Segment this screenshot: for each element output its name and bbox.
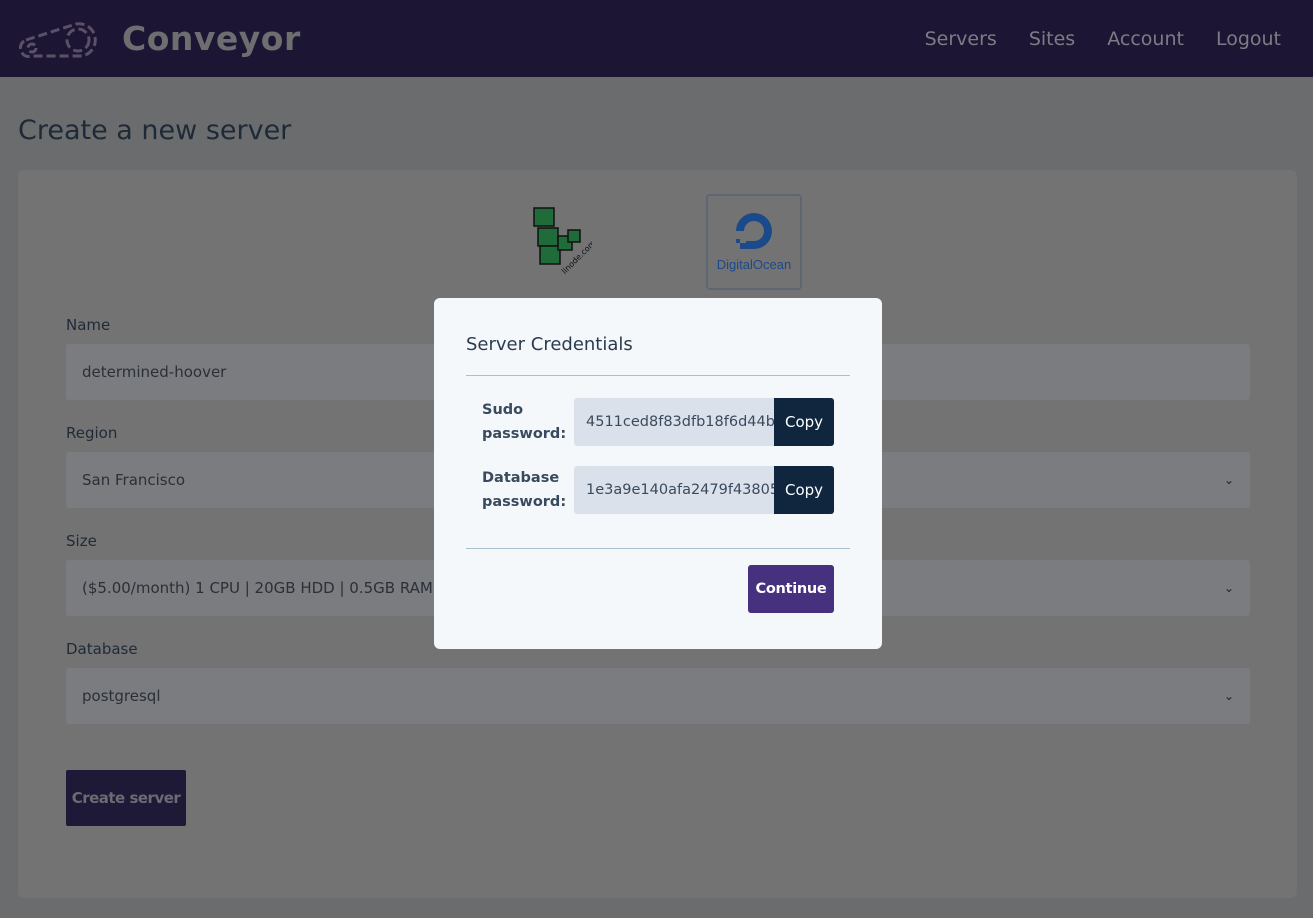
copy-db-button[interactable]: Copy: [774, 466, 834, 514]
nav-account[interactable]: Account: [1107, 28, 1184, 50]
db-password-row: Database password: 1e3a9e140afa2479f43805…: [466, 466, 850, 514]
sudo-password-row: Sudo password: 4511ced8f83dfb18f6d44bb Co…: [466, 398, 850, 446]
linode-logo-icon: linode.com: [533, 207, 598, 276]
digitalocean-label: DigitalOcean: [716, 256, 792, 272]
digitalocean-logo-icon: [736, 212, 772, 249]
database-select[interactable]: postgresql ⌄: [66, 668, 1250, 724]
brand[interactable]: Conveyor: [18, 18, 301, 60]
brand-name: Conveyor: [122, 19, 301, 58]
modal-title: Server Credentials: [466, 298, 850, 376]
provider-linode[interactable]: linode.com: [528, 206, 598, 282]
region-value: San Francisco: [82, 471, 186, 489]
db-password-input[interactable]: 1e3a9e140afa2479f43805: [574, 466, 774, 514]
nav-servers[interactable]: Servers: [925, 28, 997, 50]
continue-button[interactable]: Continue: [748, 565, 834, 613]
modal-footer: Continue: [466, 548, 850, 613]
conveyor-logo-icon: [18, 21, 97, 58]
chevron-down-icon: ⌄: [1223, 473, 1234, 487]
top-nav: Conveyor Servers Sites Account Logout: [0, 0, 1313, 77]
chevron-down-icon: ⌄: [1223, 581, 1234, 595]
database-field: Database postgresql ⌄: [66, 640, 1250, 724]
create-server-button[interactable]: Create server: [66, 770, 186, 826]
copy-sudo-button[interactable]: Copy: [774, 398, 834, 446]
chevron-down-icon: ⌄: [1223, 689, 1234, 703]
size-value: ($5.00/month) 1 CPU | 20GB HDD | 0.5GB R…: [82, 579, 433, 597]
name-value: determined-hoover: [82, 363, 227, 381]
page-title: Create a new server: [18, 115, 292, 146]
sudo-password-label: Sudo password:: [482, 402, 567, 442]
nav-sites[interactable]: Sites: [1029, 28, 1075, 50]
sudo-password-input[interactable]: 4511ced8f83dfb18f6d44bb: [574, 398, 774, 446]
credentials-modal: Server Credentials Sudo password: 4511ced…: [434, 298, 882, 649]
db-password-label: Database password:: [482, 470, 567, 510]
provider-digitalocean[interactable]: DigitalOcean: [706, 194, 802, 290]
database-value: postgresql: [82, 687, 161, 705]
nav-logout[interactable]: Logout: [1216, 28, 1281, 50]
